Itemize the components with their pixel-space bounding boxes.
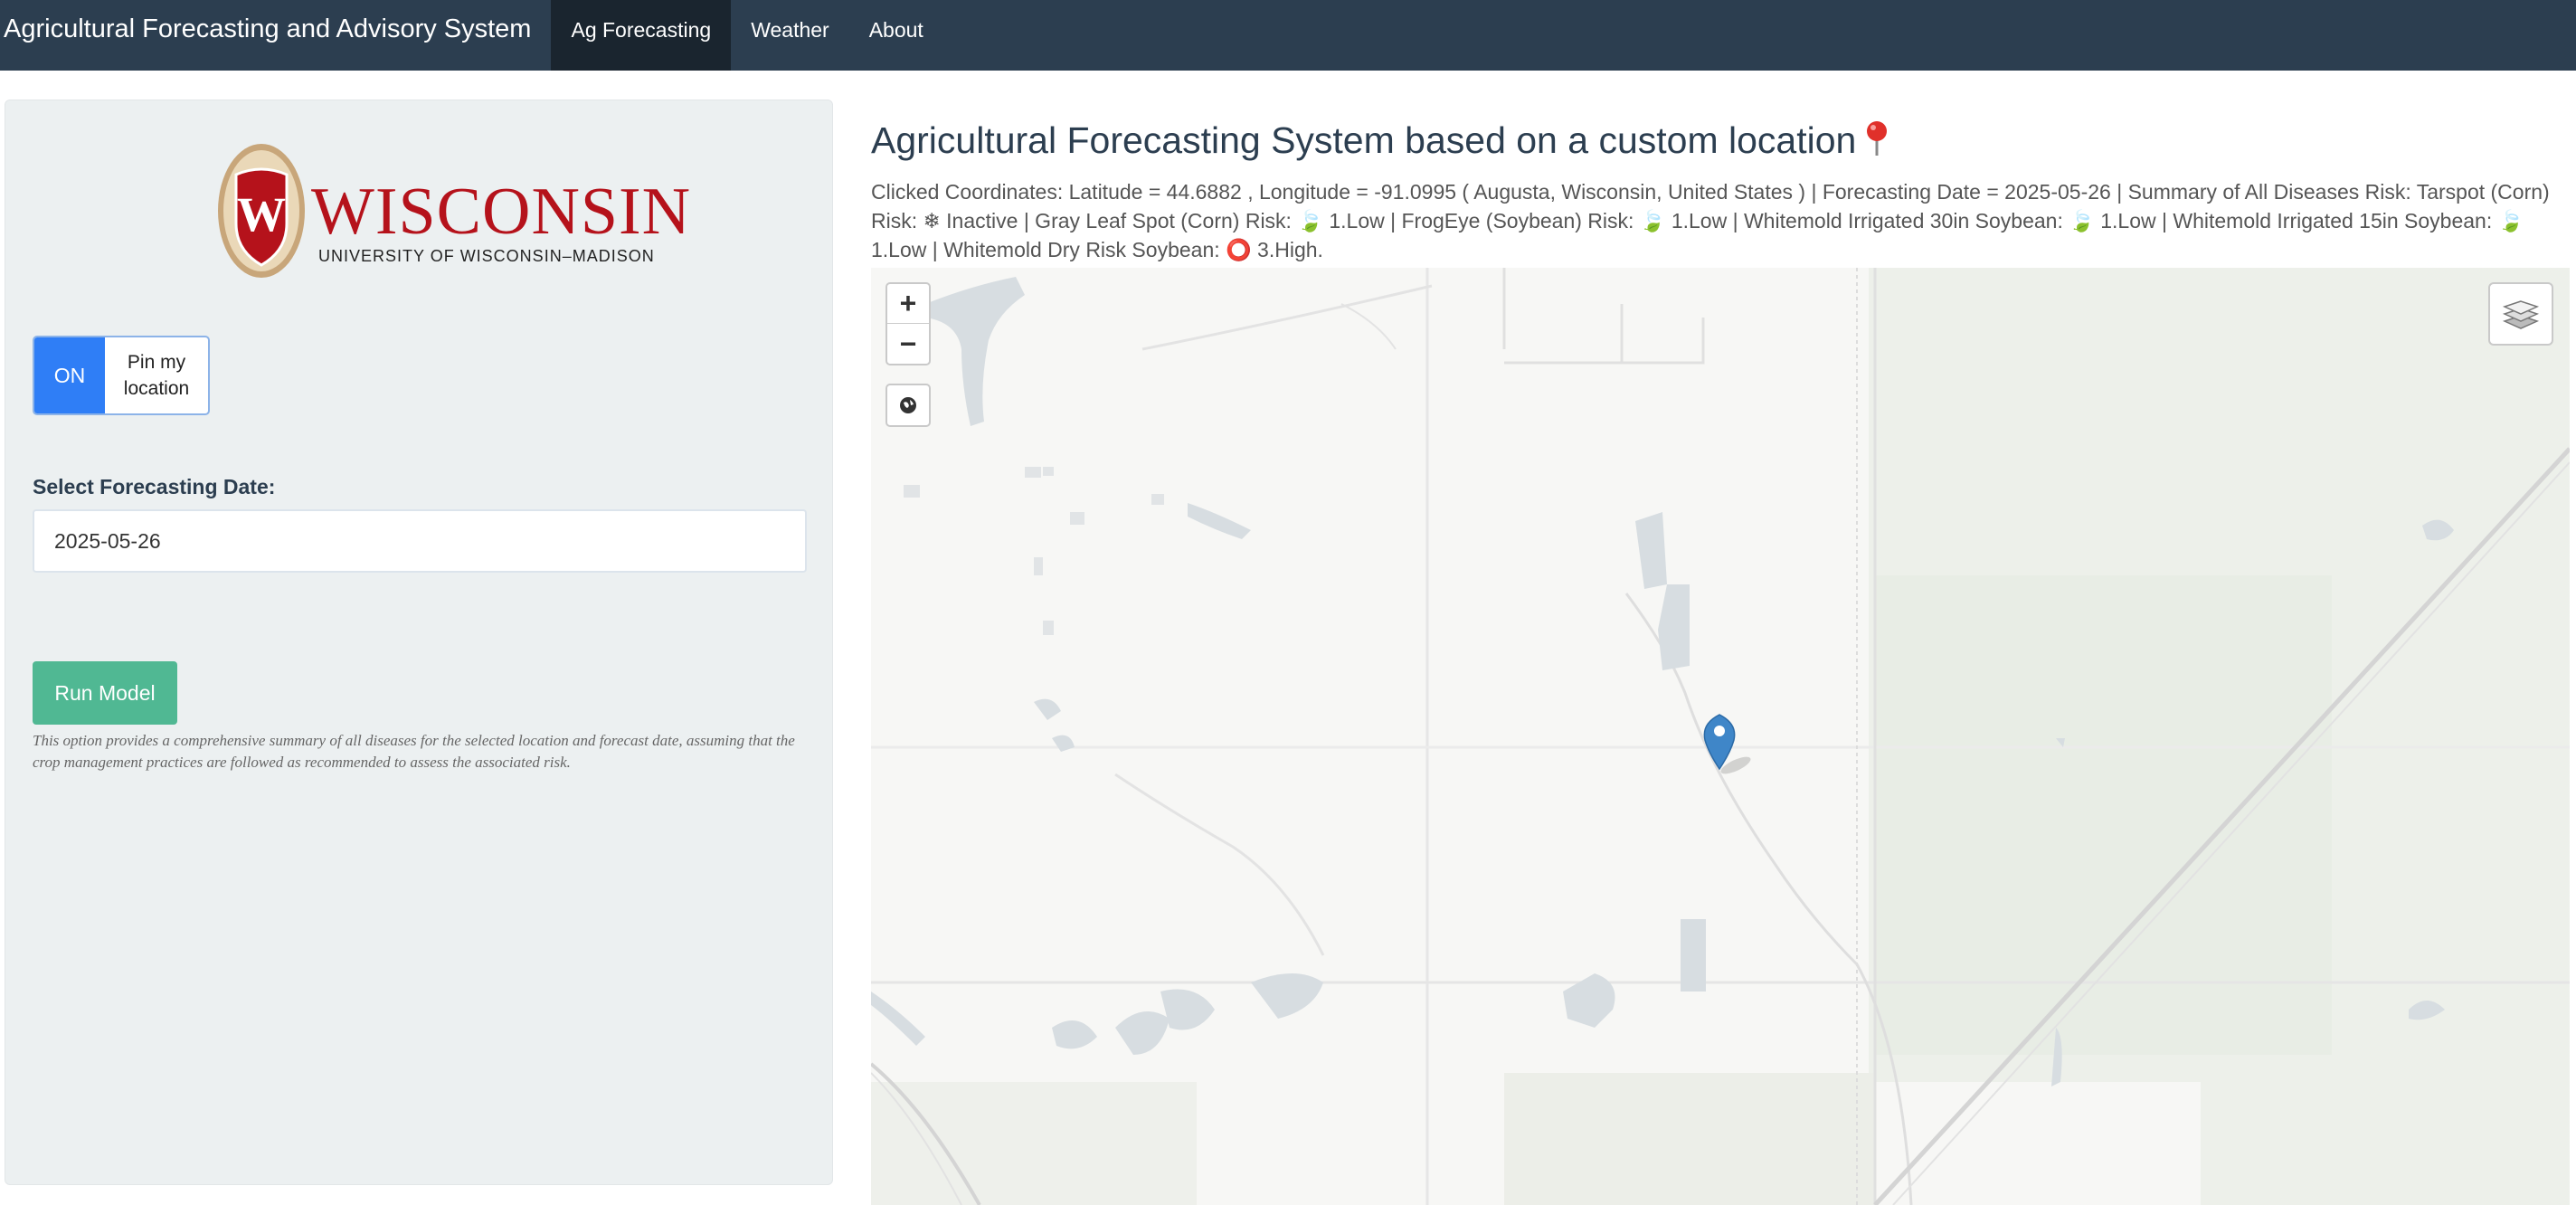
tab-weather[interactable]: Weather <box>731 0 849 71</box>
uw-madison-logo: W WISCONSIN UNIVERSITY OF WISCONSIN–MADI… <box>216 140 690 281</box>
zoom-controls: + − <box>886 282 931 365</box>
toggle-label: Pin my location <box>123 352 190 399</box>
tab-about[interactable]: About <box>849 0 943 71</box>
logo-text: WISCONSIN UNIVERSITY OF WISCONSIN–MADISO… <box>311 175 692 266</box>
page-title: Agricultural Forecasting System based on… <box>871 119 1892 162</box>
locate-me-button[interactable] <box>886 384 931 427</box>
tab-label: Ag Forecasting <box>571 17 712 42</box>
run-model-help-text: This option provides a comprehensive sum… <box>33 732 795 771</box>
forecast-date-label: Select Forecasting Date: <box>33 475 276 498</box>
toggle-state[interactable]: ON <box>34 337 105 413</box>
tab-label: About <box>868 17 923 42</box>
tab-label: Weather <box>751 17 829 42</box>
zoom-out-button[interactable]: − <box>887 324 929 364</box>
sidebar-panel: W WISCONSIN UNIVERSITY OF WISCONSIN–MADI… <box>5 100 833 1185</box>
navbar: Agricultural Forecasting and Advisory Sy… <box>0 0 2576 71</box>
page-title-text: Agricultural Forecasting System based on… <box>871 119 1857 161</box>
svg-text:W: W <box>237 187 286 242</box>
forecast-date-input[interactable] <box>33 509 807 573</box>
layers-icon <box>2502 300 2540 329</box>
run-model-button[interactable]: Run Model <box>33 661 177 725</box>
map-view[interactable]: + − <box>871 268 2570 1205</box>
layers-control-button[interactable] <box>2488 282 2553 346</box>
logo-subtitle: UNIVERSITY OF WISCONSIN–MADISON <box>318 247 655 265</box>
pin-location-toggle[interactable]: ON Pin my location <box>33 336 210 415</box>
map-marker-icon[interactable] <box>1701 711 1756 774</box>
logo-word: WISCONSIN <box>311 175 692 249</box>
round-pushpin-icon <box>1861 120 1892 157</box>
app-brand[interactable]: Agricultural Forecasting and Advisory Sy… <box>0 0 551 58</box>
zoom-in-button[interactable]: + <box>887 284 929 324</box>
crest-icon: W <box>218 144 305 278</box>
disease-risk-summary: Clicked Coordinates: Latitude = 44.6882 … <box>871 180 2550 261</box>
tab-ag-forecasting[interactable]: Ag Forecasting <box>551 0 732 71</box>
globe-icon <box>900 397 916 413</box>
